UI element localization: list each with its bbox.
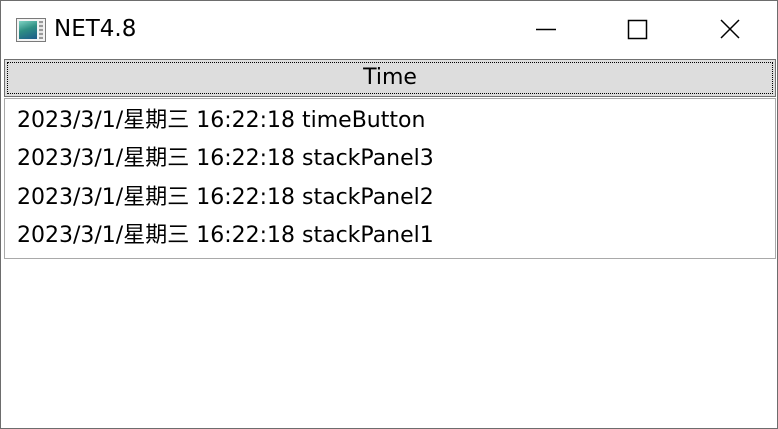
app-window-icon[interactable] — [16, 18, 46, 42]
app-window: NET4.8 Time 2023/3/1/星期三 16:22:18 timeBu… — [0, 0, 778, 429]
time-button-label: Time — [363, 65, 417, 90]
list-item[interactable]: 2023/3/1/星期三 16:22:18 timeButton — [17, 102, 425, 140]
title-bar[interactable]: NET4.8 — [1, 1, 777, 57]
list-item[interactable]: 2023/3/1/星期三 16:22:18 stackPanel1 — [17, 217, 434, 255]
close-button[interactable] — [684, 1, 776, 57]
app-icon-pane — [19, 21, 37, 39]
window-title: NET4.8 — [54, 16, 137, 42]
event-log-list[interactable]: 2023/3/1/星期三 16:22:18 timeButton 2023/3/… — [4, 98, 776, 259]
close-icon — [720, 19, 740, 39]
time-button[interactable]: Time — [4, 59, 776, 97]
list-item[interactable]: 2023/3/1/星期三 16:22:18 stackPanel3 — [17, 140, 434, 178]
minimize-icon — [536, 28, 556, 31]
minimize-button[interactable] — [500, 1, 592, 57]
maximize-button[interactable] — [592, 1, 684, 57]
list-item[interactable]: 2023/3/1/星期三 16:22:18 stackPanel2 — [17, 179, 434, 217]
maximize-icon — [627, 19, 648, 40]
app-icon-side — [39, 21, 43, 39]
